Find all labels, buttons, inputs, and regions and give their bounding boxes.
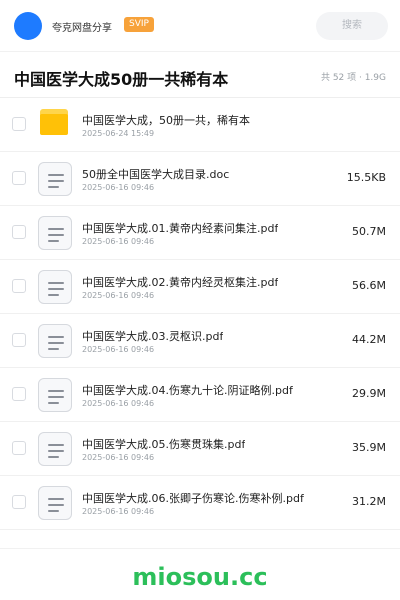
- file-row[interactable]: 中国医学大成.05.伤寒贯珠集.pdf 2025-06-16 09:46 35.…: [0, 422, 400, 476]
- file-date: 2025-06-16 09:46: [82, 183, 155, 192]
- document-icon: [38, 162, 72, 196]
- folder-stats: 共 52 项 · 1.9G: [320, 73, 386, 83]
- file-size: 56.6M: [352, 279, 386, 292]
- row-checkbox[interactable]: [12, 279, 26, 293]
- avatar[interactable]: [14, 12, 42, 40]
- file-size: 31.2M: [352, 495, 386, 508]
- file-row[interactable]: 中国医学大成，50册一共，稀有本 2025-06-24 15:49: [0, 98, 400, 152]
- top-bar: 夸克网盘分享 SVIP 搜索: [0, 0, 400, 52]
- page-title: 中国医学大成50册一共稀有本: [14, 70, 229, 89]
- document-icon: [38, 432, 72, 466]
- row-checkbox[interactable]: [12, 333, 26, 347]
- file-row[interactable]: 中国医学大成.02.黄帝内经灵枢集注.pdf 2025-06-16 09:46 …: [0, 260, 400, 314]
- site-brand[interactable]: miosou.cc: [0, 563, 400, 591]
- folder-icon: [38, 108, 72, 142]
- file-date: 2025-06-16 09:46: [82, 237, 155, 246]
- file-row[interactable]: 中国医学大成.06.张卿子伤寒论.伤寒补例.pdf 2025-06-16 09:…: [0, 476, 400, 530]
- row-checkbox[interactable]: [12, 441, 26, 455]
- row-checkbox[interactable]: [12, 495, 26, 509]
- footer: miosou.cc: [0, 548, 400, 600]
- file-name: 中国医学大成，50册一共，稀有本: [82, 114, 250, 127]
- file-date: 2025-06-24 15:49: [82, 129, 155, 138]
- file-name: 中国医学大成.01.黄帝内经素问集注.pdf: [82, 222, 279, 235]
- file-date: 2025-06-16 09:46: [82, 453, 155, 462]
- svip-badge: SVIP: [124, 17, 154, 32]
- file-list: 中国医学大成，50册一共，稀有本 2025-06-24 15:49 50册全中国…: [0, 98, 400, 530]
- file-size: 29.9M: [352, 387, 386, 400]
- file-row[interactable]: 中国医学大成.03.灵枢识.pdf 2025-06-16 09:46 44.2M: [0, 314, 400, 368]
- row-checkbox[interactable]: [12, 225, 26, 239]
- file-date: 2025-06-16 09:46: [82, 399, 155, 408]
- file-name: 中国医学大成.04.伤寒九十论.阴证略例.pdf: [82, 384, 293, 397]
- row-checkbox[interactable]: [12, 171, 26, 185]
- file-date: 2025-06-16 09:46: [82, 507, 155, 516]
- file-name: 中国医学大成.02.黄帝内经灵枢集注.pdf: [82, 276, 279, 289]
- document-icon: [38, 324, 72, 358]
- file-date: 2025-06-16 09:46: [82, 345, 155, 354]
- file-row[interactable]: 中国医学大成.04.伤寒九十论.阴证略例.pdf 2025-06-16 09:4…: [0, 368, 400, 422]
- file-date: 2025-06-16 09:46: [82, 291, 155, 300]
- file-name: 中国医学大成.05.伤寒贯珠集.pdf: [82, 438, 246, 451]
- row-checkbox[interactable]: [12, 387, 26, 401]
- file-size: 35.9M: [352, 441, 386, 454]
- file-size: 15.5KB: [346, 171, 386, 184]
- file-size: 44.2M: [352, 333, 386, 346]
- file-name: 中国医学大成.03.灵枢识.pdf: [82, 330, 224, 343]
- file-name: 中国医学大成.06.张卿子伤寒论.伤寒补例.pdf: [82, 492, 304, 505]
- document-icon: [38, 270, 72, 304]
- file-row[interactable]: 中国医学大成.01.黄帝内经素问集注.pdf 2025-06-16 09:46 …: [0, 206, 400, 260]
- document-icon: [38, 486, 72, 520]
- row-checkbox[interactable]: [12, 117, 26, 131]
- document-icon: [38, 216, 72, 250]
- file-name: 50册全中国医学大成目录.doc: [82, 168, 230, 181]
- document-icon: [38, 378, 72, 412]
- file-size: 50.7M: [352, 225, 386, 238]
- search-input[interactable]: 搜索: [316, 12, 388, 40]
- file-row[interactable]: 50册全中国医学大成目录.doc 2025-06-16 09:46 15.5KB: [0, 152, 400, 206]
- folder-header: 中国医学大成50册一共稀有本 共 52 项 · 1.9G: [0, 54, 400, 98]
- user-name[interactable]: 夸克网盘分享: [52, 19, 112, 34]
